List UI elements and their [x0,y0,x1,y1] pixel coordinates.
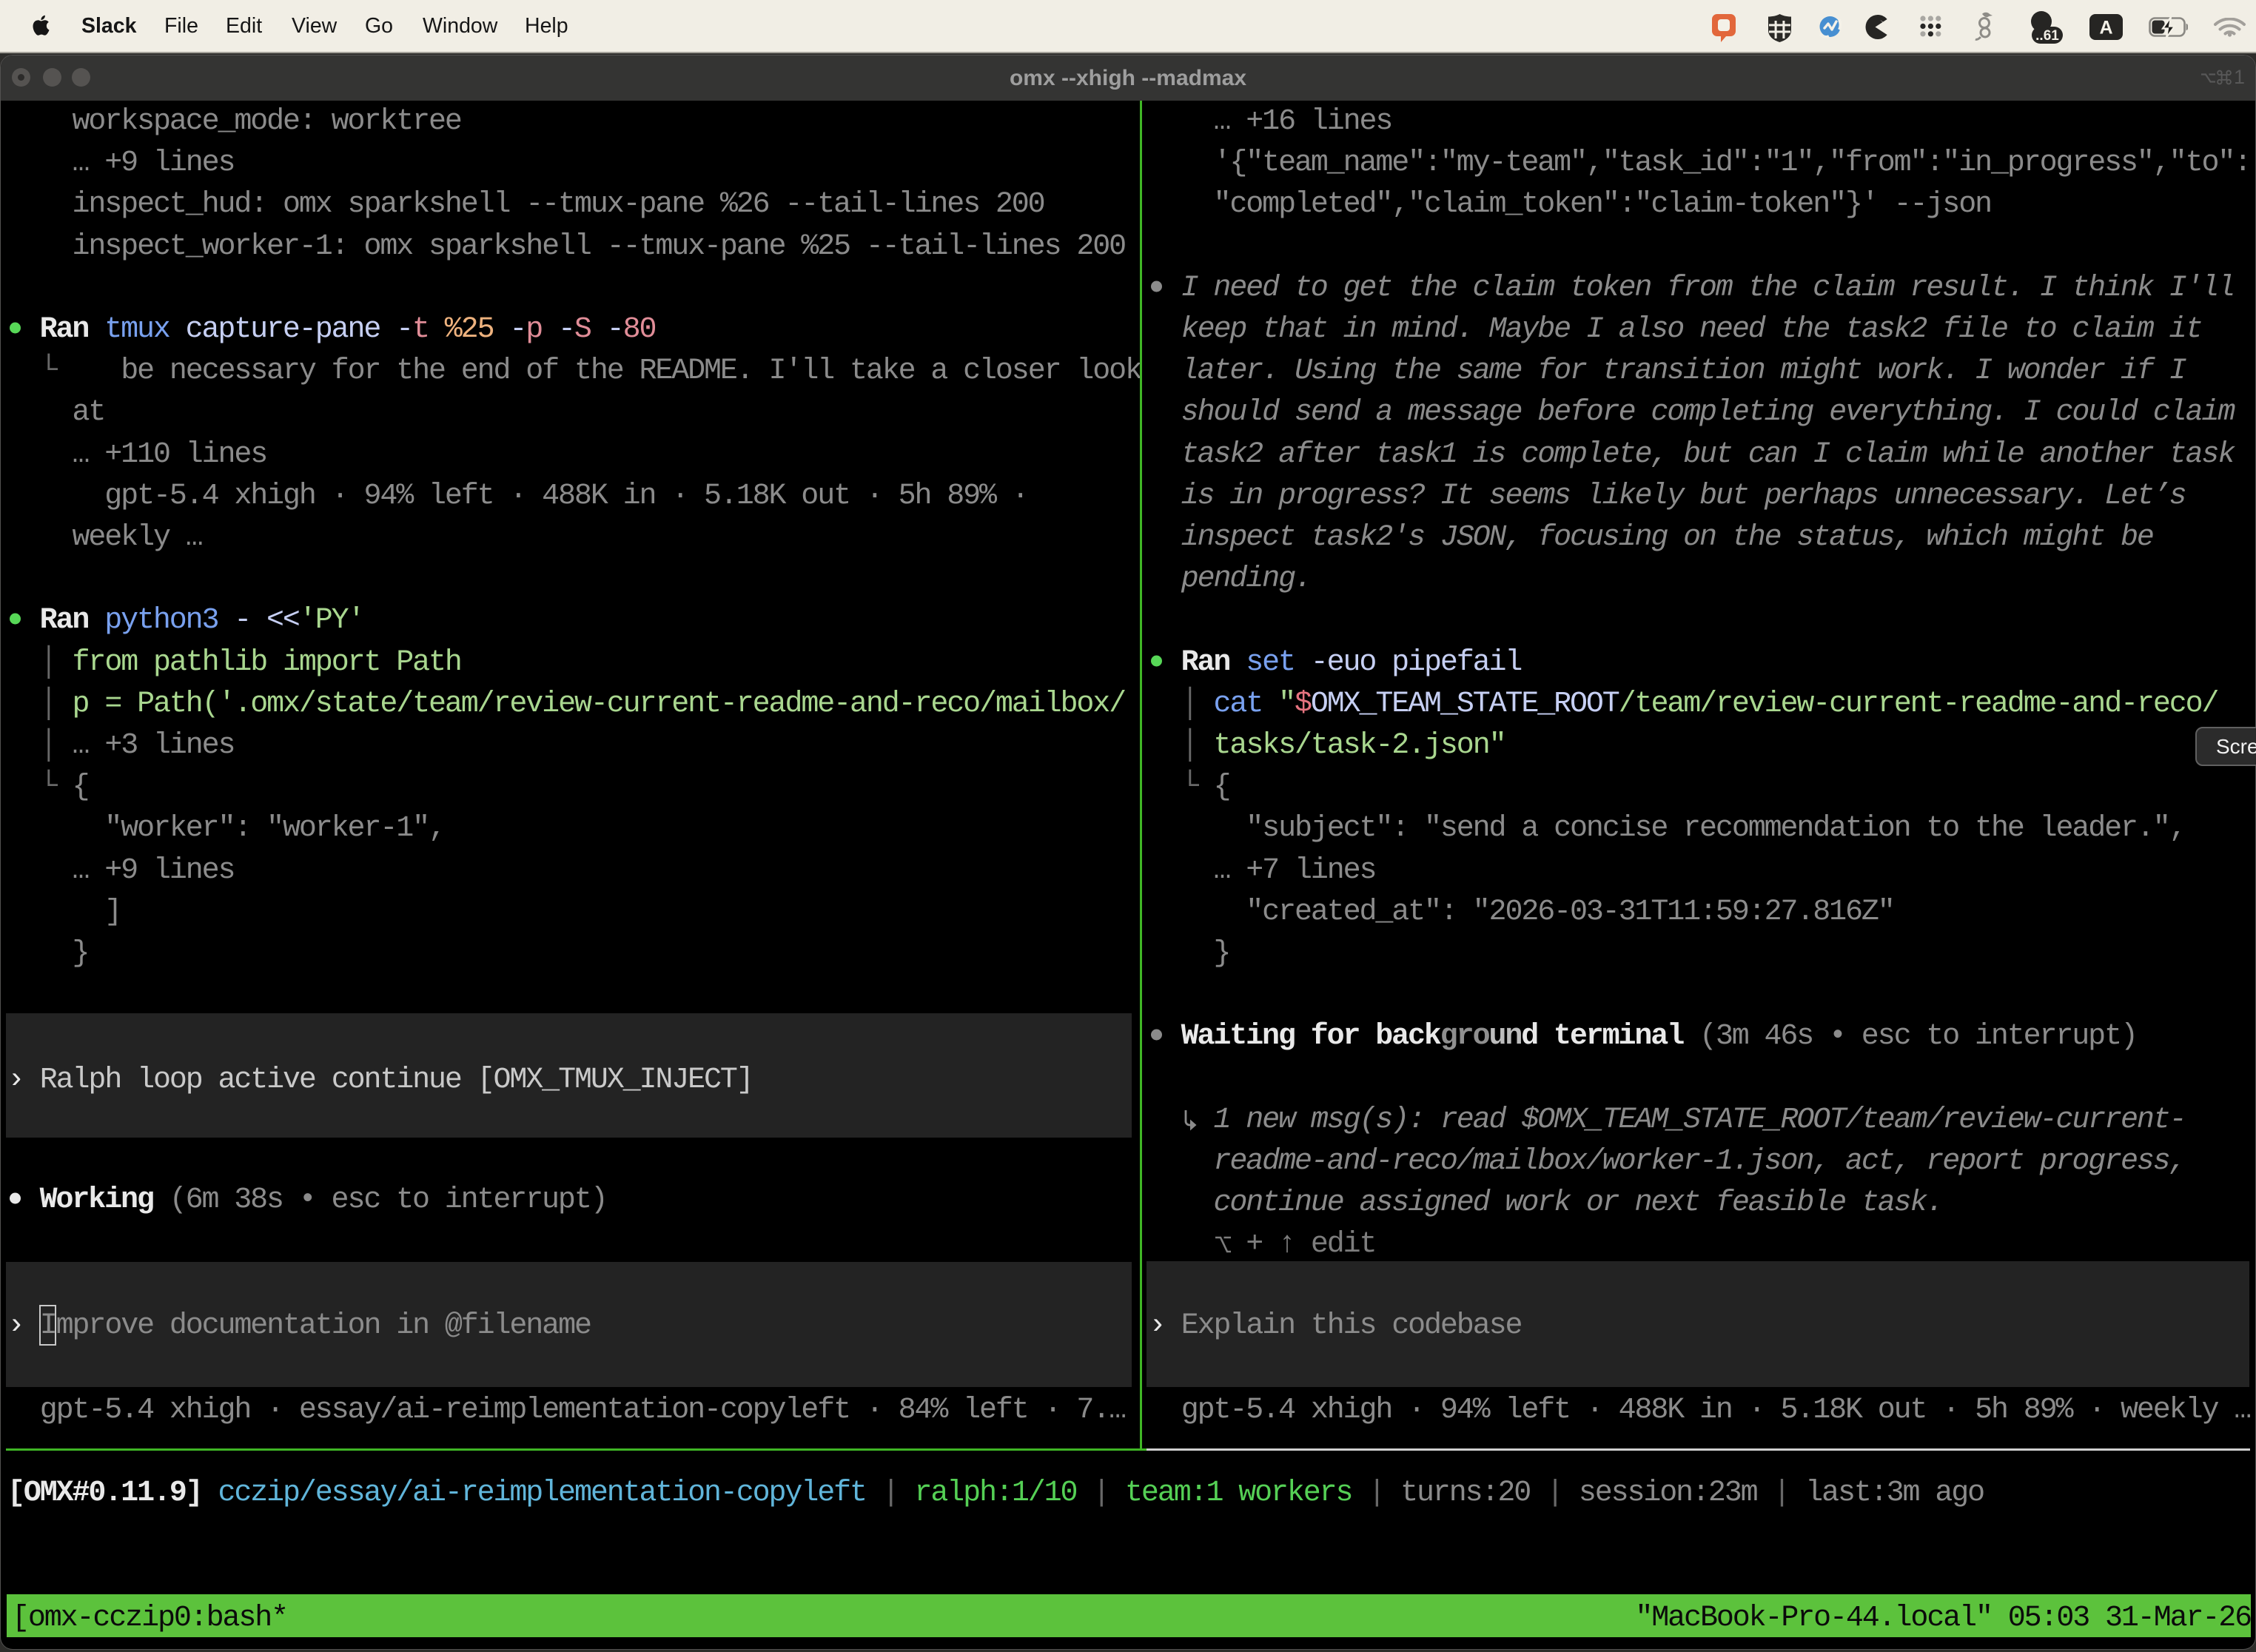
svg-text:A: A [2099,18,2112,38]
svg-text:..61: ..61 [2035,28,2059,44]
